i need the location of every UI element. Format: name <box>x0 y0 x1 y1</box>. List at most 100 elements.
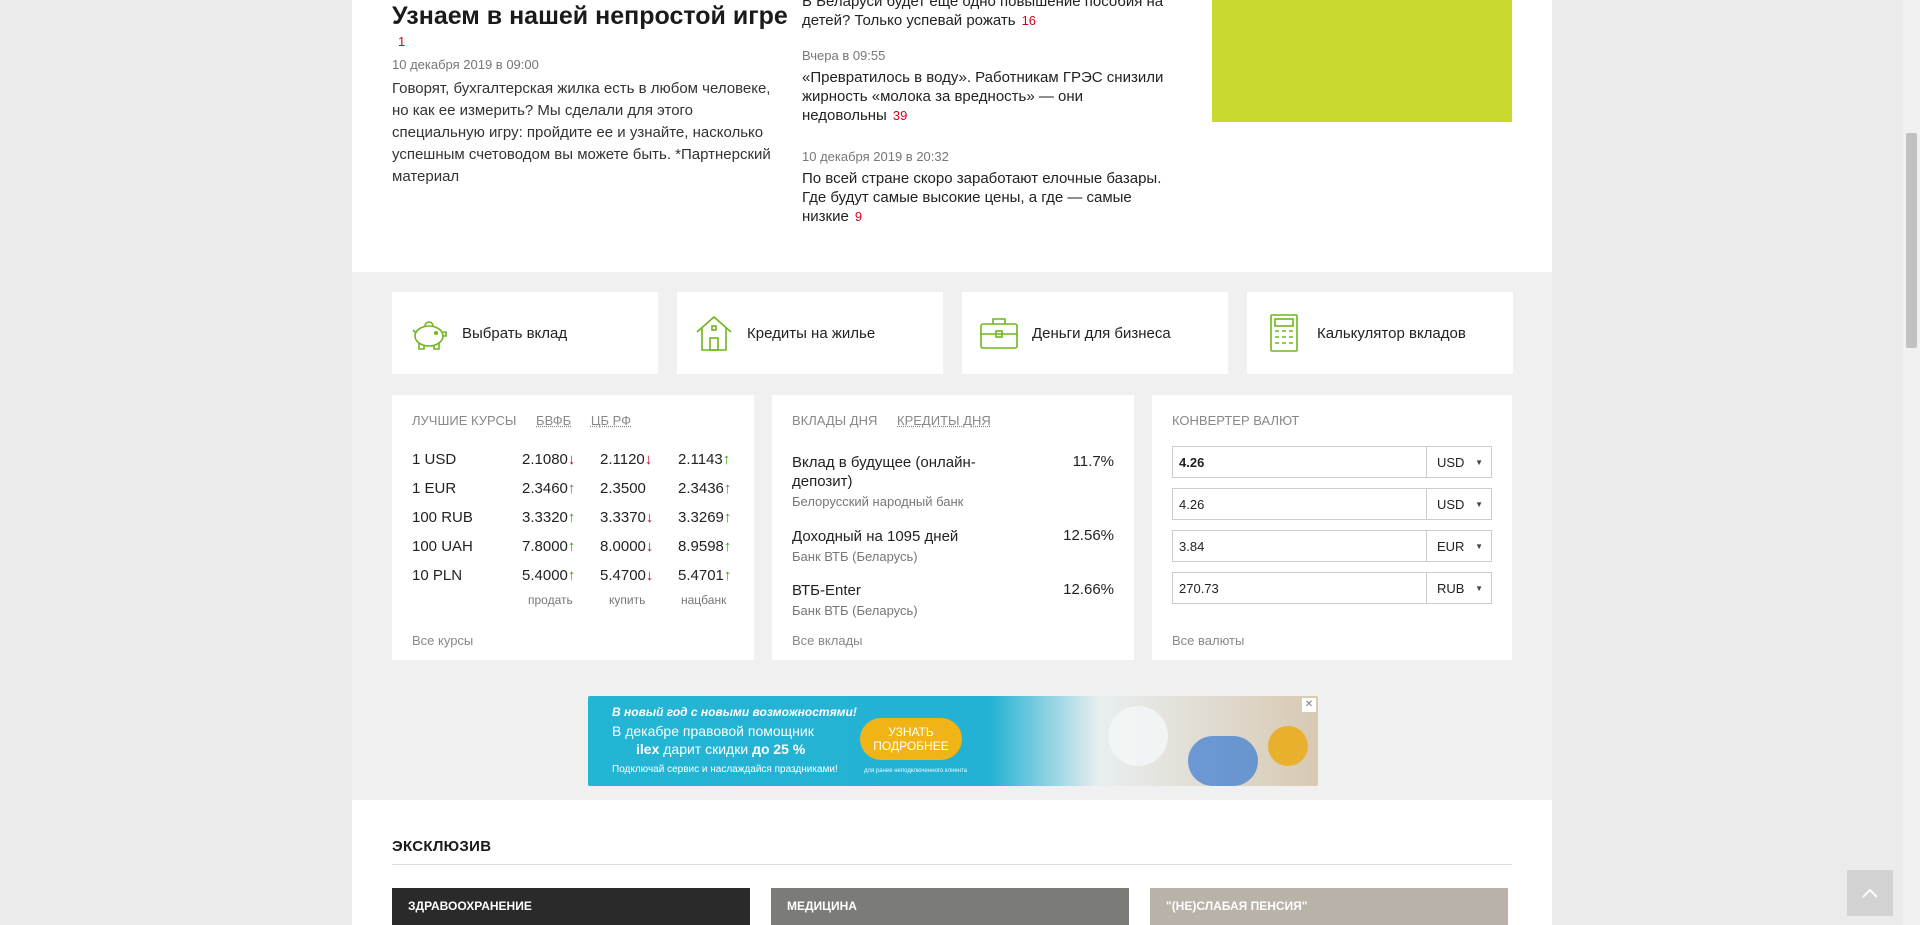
banner-text-line: ilex дарит скидки до 25 % <box>636 741 805 757</box>
ad-block[interactable] <box>1212 0 1512 122</box>
scrollbar-thumb[interactable] <box>1906 133 1917 348</box>
news-comments-count[interactable]: 9 <box>855 209 862 224</box>
quick-link-choose-deposit[interactable]: Выбрать вклад <box>392 292 658 374</box>
caret-down-icon: ▼ <box>1475 458 1483 467</box>
page-scrollbar[interactable] <box>1903 0 1920 925</box>
converter-row: RUB ▼ <box>1172 572 1492 604</box>
caret-down-icon: ▼ <box>1475 542 1483 551</box>
tab-best-rates[interactable]: ЛУЧШИЕ КУРСЫ <box>412 413 516 428</box>
up-arrow-icon: ↑ <box>723 538 732 555</box>
rates-row: 100 UAH 7.8000↑ 8.0000↓ 8.9598↑ <box>412 538 742 567</box>
currency-name: 1 USD <box>412 451 457 468</box>
quick-link-label: Деньги для бизнеса <box>1032 324 1171 342</box>
tab-cb-rf[interactable]: ЦБ РФ <box>591 413 631 428</box>
deposit-name[interactable]: Вклад в будущее (онлайн-депозит) <box>792 453 1002 491</box>
news-comments-count[interactable]: 39 <box>893 108 907 123</box>
tab-credits-of-day[interactable]: КРЕДИТЫ ДНЯ <box>897 413 991 428</box>
all-currencies-link[interactable]: Все валюты <box>1172 633 1244 648</box>
label-nb: нацбанк <box>681 593 727 607</box>
currency-select[interactable]: USD ▼ <box>1429 447 1491 477</box>
currency-name: 10 PLN <box>412 567 463 584</box>
news-title[interactable]: В Беларуси будет еще одно повышение посо… <box>802 0 1163 29</box>
chevron-up-icon <box>1862 888 1878 898</box>
all-deposits-link[interactable]: Все вклады <box>792 633 863 648</box>
quick-link-label: Выбрать вклад <box>462 324 568 342</box>
caret-down-icon: ▼ <box>1475 500 1483 509</box>
down-arrow-icon: ↓ <box>645 567 654 584</box>
deposit-item[interactable]: Вклад в будущее (онлайн-депозит) Белорус… <box>792 453 1114 509</box>
news-item[interactable]: В Беларуси будет еще одно повышение посо… <box>802 0 1172 30</box>
caret-down-icon: ▼ <box>1475 584 1483 593</box>
converter-amount-input[interactable] <box>1173 573 1427 603</box>
currency-name: 100 UAH <box>412 538 473 555</box>
deposit-rate: 11.7% <box>1072 453 1114 470</box>
all-rates-link[interactable]: Все курсы <box>412 633 473 648</box>
banner-text: дарит скидки <box>659 741 753 757</box>
rates-panel: ЛУЧШИЕ КУРСЫ БВФБ ЦБ РФ 1 USD 2.1080↓ 2.… <box>392 395 754 660</box>
down-arrow-icon: ↓ <box>567 451 576 468</box>
sell-rate: 2.1080 <box>522 451 568 468</box>
converter-amount-input[interactable] <box>1173 531 1427 561</box>
up-arrow-icon: ↑ <box>723 480 732 497</box>
rates-tabs: ЛУЧШИЕ КУРСЫ БВФБ ЦБ РФ <box>412 413 647 428</box>
page-content: Узнаем в нашей непростой игре 1 10 декаб… <box>352 0 1552 925</box>
briefcase-icon <box>980 318 1018 349</box>
converter-amount-input[interactable] <box>1173 489 1427 519</box>
deposit-bank: Белорусский народный банк <box>792 494 964 509</box>
currency-name: 1 EUR <box>412 480 457 497</box>
deposit-item[interactable]: ВТБ-Enter Банк ВТБ (Беларусь) 12.66% <box>792 581 1114 618</box>
deposit-name[interactable]: ВТБ-Enter <box>792 581 1002 600</box>
up-arrow-icon: ↑ <box>567 480 576 497</box>
up-arrow-icon: ↑ <box>567 567 576 584</box>
banner-fine-print: для ранее неподключенного клиента <box>864 768 968 774</box>
exclusive-card[interactable]: "(НЕ)СЛАБАЯ ПЕНСИЯ" <box>1150 888 1508 925</box>
buy-rate: 8.0000 <box>600 538 646 555</box>
quick-links: Выбрать вклад Кредиты на жилье Деньги дл… <box>392 292 1513 374</box>
featured-date: 10 декабря 2019 в 09:00 <box>392 57 539 72</box>
sell-rate: 2.3460 <box>522 480 568 497</box>
news-item[interactable]: 10 декабря 2019 в 20:32 По всей стране с… <box>802 149 1172 226</box>
featured-title[interactable]: Узнаем в нашей непростой игре <box>392 0 788 32</box>
quick-link-deposit-calculator[interactable]: Калькулятор вкладов <box>1247 292 1513 374</box>
up-arrow-icon: ↑ <box>723 509 732 526</box>
exclusive-card[interactable]: ЗДРАВООХРАНЕНИЕ <box>392 888 750 925</box>
close-icon[interactable]: ✕ <box>1302 698 1316 712</box>
currency-select[interactable]: USD ▼ <box>1429 489 1491 519</box>
sell-rate: 5.4000 <box>522 567 568 584</box>
down-arrow-icon: ↓ <box>644 451 653 468</box>
tab-bvfb[interactable]: БВФБ <box>536 413 571 428</box>
tab-deposits-of-day[interactable]: ВКЛАДЫ ДНЯ <box>792 413 877 428</box>
banner-learn-more-button[interactable]: УЗНАТЬ ПОДРОБНЕЕ <box>860 718 962 760</box>
nb-rate: 2.3436 <box>678 480 724 497</box>
currency-select-value: USD <box>1437 496 1465 512</box>
currency-select[interactable]: EUR ▼ <box>1429 531 1491 561</box>
featured-comments-count[interactable]: 1 <box>398 34 405 49</box>
news-item[interactable]: Вчера в 09:55 «Превратилось в воду». Раб… <box>802 48 1172 125</box>
up-arrow-icon: ↑ <box>723 567 732 584</box>
exclusive-card[interactable]: МЕДИЦИНА <box>771 888 1129 925</box>
scroll-to-top-button[interactable] <box>1847 870 1893 916</box>
up-arrow-icon: ↑ <box>722 451 731 468</box>
sell-rate: 3.3320 <box>522 509 568 526</box>
converter-row: USD ▼ <box>1172 488 1492 520</box>
deposit-name[interactable]: Доходный на 1095 дней <box>792 527 1002 546</box>
currency-select[interactable]: RUB ▼ <box>1429 573 1491 603</box>
deposit-item[interactable]: Доходный на 1095 дней Банк ВТБ (Беларусь… <box>792 527 1114 564</box>
nb-rate: 5.4701 <box>678 567 724 584</box>
quick-link-housing-loans[interactable]: Кредиты на жилье <box>677 292 943 374</box>
featured-text: Говорят, бухгалтерская жилка есть в любо… <box>392 80 771 185</box>
card-tag: ЗДРАВООХРАНЕНИЕ <box>408 899 532 913</box>
section-title: ЭКСКЛЮЗИВ <box>392 838 492 855</box>
converter-amount-input[interactable] <box>1173 447 1427 477</box>
currency-select-value: USD <box>1437 454 1465 470</box>
banner-discount: до 25 % <box>752 741 806 757</box>
deposit-rate: 12.56% <box>1063 527 1114 544</box>
promo-banner[interactable]: В новый год с новыми возможностями! В де… <box>588 696 1318 786</box>
exclusive-section: ЭКСКЛЮЗИВ ЗДРАВООХРАНЕНИЕ МЕДИЦИНА "(НЕ)… <box>352 800 1552 925</box>
rates-row: 10 PLN 5.4000↑ 5.4700↓ 5.4701↑ <box>412 567 742 596</box>
converter-title: КОНВЕРТЕР ВАЛЮТ <box>1172 413 1300 428</box>
news-comments-count[interactable]: 16 <box>1022 13 1036 28</box>
banner-subtext: Подключай сервис и наслаждайся праздника… <box>612 764 838 775</box>
quick-link-business-money[interactable]: Деньги для бизнеса <box>962 292 1228 374</box>
news-title[interactable]: «Превратилось в воду». Работникам ГРЭС с… <box>802 69 1163 124</box>
